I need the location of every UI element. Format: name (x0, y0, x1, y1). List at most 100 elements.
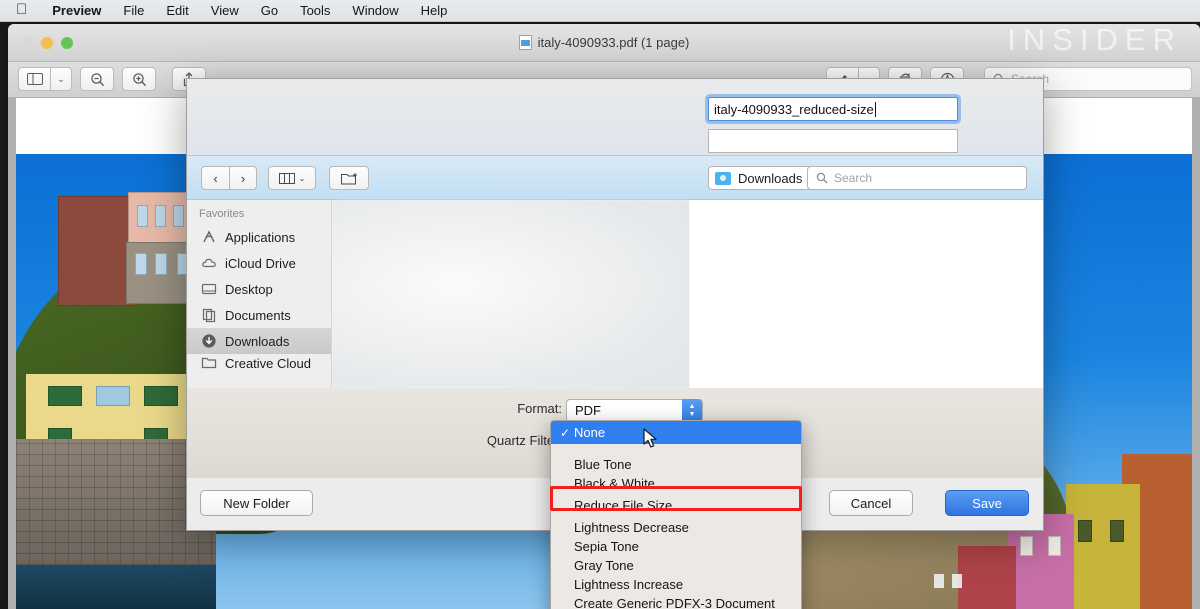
checkmark-icon: ✓ (560, 426, 574, 440)
menu-item-preview[interactable]: Preview (41, 0, 112, 22)
downloads-icon (201, 333, 217, 349)
menu-option-label: Black & White (574, 476, 655, 491)
location-value: Downloads (738, 171, 802, 186)
mouse-cursor (643, 428, 659, 455)
text-caret (875, 102, 876, 117)
search-icon (816, 172, 828, 184)
menu-bar:  Preview File Edit View Go Tools Window… (0, 0, 1200, 22)
save-label: Save (972, 496, 1002, 511)
file-browser: Favorites Applications iCloud Drive (187, 200, 1043, 388)
cancel-button[interactable]: Cancel (829, 490, 913, 516)
save-button[interactable]: Save (945, 490, 1029, 516)
sheet-header: Export As: italy-4090933_reduced-size Ta… (187, 79, 1043, 156)
window-title: italy-4090933.pdf (1 page) (538, 35, 690, 50)
format-select[interactable]: PDF ▲▼ (566, 399, 703, 422)
zoom-in-button[interactable] (122, 67, 156, 91)
menu-option-sepia-tone[interactable]: Sepia Tone (551, 537, 801, 556)
zoom-out-button[interactable] (80, 67, 114, 91)
sheet-search-field[interactable]: Search (807, 166, 1027, 190)
menu-option-reduce-file-size[interactable]: Reduce File Size (551, 493, 801, 518)
tags-row: Tags: (187, 129, 773, 144)
menu-item-file[interactable]: File (112, 0, 155, 22)
chevron-left-icon: ‹ (213, 171, 217, 186)
menu-option-blue-tone[interactable]: Blue Tone (551, 455, 801, 474)
menu-option-label: None (574, 425, 605, 440)
stepper-icon: ▲▼ (682, 399, 702, 422)
sheet-nav-bar: ‹ › ⌄ Do (187, 156, 1043, 200)
chevron-down-icon: ⌄ (299, 174, 306, 183)
sidebar-label: Documents (225, 308, 291, 323)
title-bar: italy-4090933.pdf (1 page) INSIDER (8, 24, 1200, 62)
menu-option-lightness-increase[interactable]: Lightness Increase (551, 575, 801, 594)
sidebar-label: Downloads (225, 334, 289, 349)
sidebar-item-documents[interactable]: Documents (187, 302, 331, 328)
menu-option-label: Reduce File Size (574, 498, 672, 513)
harbour-water (16, 565, 216, 609)
folder-icon (201, 355, 217, 371)
favorites-sidebar: Favorites Applications iCloud Drive (187, 200, 332, 388)
format-value: PDF (575, 403, 601, 418)
export-as-value: italy-4090933_reduced-size (714, 102, 874, 117)
applications-icon (201, 229, 217, 245)
tags-input[interactable] (708, 129, 958, 153)
quartz-filter-label: Quartz Filter: (187, 433, 562, 448)
menu-option-gray-tone[interactable]: Gray Tone (551, 556, 801, 575)
menu-item-edit[interactable]: Edit (155, 0, 199, 22)
cloud-icon (201, 255, 217, 271)
column-view-icon (279, 173, 295, 184)
menu-option-label: Lightness Increase (574, 577, 683, 592)
view-mode-button[interactable]: ⌄ (268, 166, 316, 190)
menu-option-create-generic-pdfx3[interactable]: Create Generic PDFX-3 Document (551, 594, 801, 609)
zoom-in-icon (132, 72, 147, 87)
quartz-filter-dropdown: ✓ None Blue Tone Black & White Reduce Fi… (550, 420, 802, 609)
export-as-input[interactable]: italy-4090933_reduced-size (708, 97, 958, 121)
sidebar-item-creative-cloud[interactable]: Creative Cloud (187, 354, 331, 372)
file-column-blurred[interactable] (332, 200, 689, 388)
menu-item-window[interactable]: Window (341, 0, 409, 22)
sidebar-label: iCloud Drive (225, 256, 296, 271)
new-folder-icon (341, 172, 358, 185)
menu-option-label: Blue Tone (574, 457, 632, 472)
downloads-folder-icon (715, 172, 731, 185)
screen:  Preview File Edit View Go Tools Window… (0, 0, 1200, 609)
menu-option-none[interactable]: ✓ None (551, 421, 801, 444)
file-column-preview[interactable] (689, 200, 1043, 388)
sidebar-label: Creative Cloud (225, 356, 311, 371)
laundry (934, 574, 944, 588)
export-as-row: Export As: (187, 97, 773, 112)
sheet-search-placeholder: Search (834, 171, 872, 185)
menu-option-lightness-decrease[interactable]: Lightness Decrease (551, 518, 801, 537)
toolbar-left-group: ⌄ (18, 67, 214, 91)
building-red (58, 196, 136, 306)
menu-item-help[interactable]: Help (410, 0, 459, 22)
menu-item-tools[interactable]: Tools (289, 0, 341, 22)
menu-item-go[interactable]: Go (250, 0, 289, 22)
menu-option-black-and-white[interactable]: Black & White (551, 474, 801, 493)
apple-logo-icon[interactable]:  (12, 2, 41, 19)
sidebar-item-icloud-drive[interactable]: iCloud Drive (187, 250, 331, 276)
chevron-down-icon: ⌄ (57, 74, 65, 85)
sidebar-view-button[interactable] (18, 67, 50, 91)
sidebar-item-applications[interactable]: Applications (187, 224, 331, 250)
nav-back-button[interactable]: ‹ (201, 166, 229, 190)
sidebar-item-desktop[interactable]: Desktop (187, 276, 331, 302)
format-label: Format: (187, 401, 562, 416)
new-folder-button[interactable] (329, 166, 369, 190)
sidebar-label: Applications (225, 230, 295, 245)
desktop-icon (201, 281, 217, 297)
cancel-label: Cancel (851, 496, 891, 511)
menu-option-label: Sepia Tone (574, 539, 639, 554)
menu-option-label: Lightness Decrease (574, 520, 689, 535)
sidebar-label: Desktop (225, 282, 273, 297)
building-red-right (958, 546, 1016, 609)
new-folder-action-button[interactable]: New Folder (200, 490, 313, 516)
menu-item-view[interactable]: View (200, 0, 250, 22)
sidebar-item-downloads[interactable]: Downloads (187, 328, 331, 354)
documents-icon (201, 307, 217, 323)
nav-forward-button[interactable]: › (229, 166, 257, 190)
zoom-out-icon (90, 72, 105, 87)
pdf-file-icon (519, 35, 532, 50)
sidebar-view-chevron-button[interactable]: ⌄ (50, 67, 72, 91)
building-yellow-right (1066, 484, 1140, 609)
menu-option-label: Create Generic PDFX-3 Document (574, 596, 775, 609)
